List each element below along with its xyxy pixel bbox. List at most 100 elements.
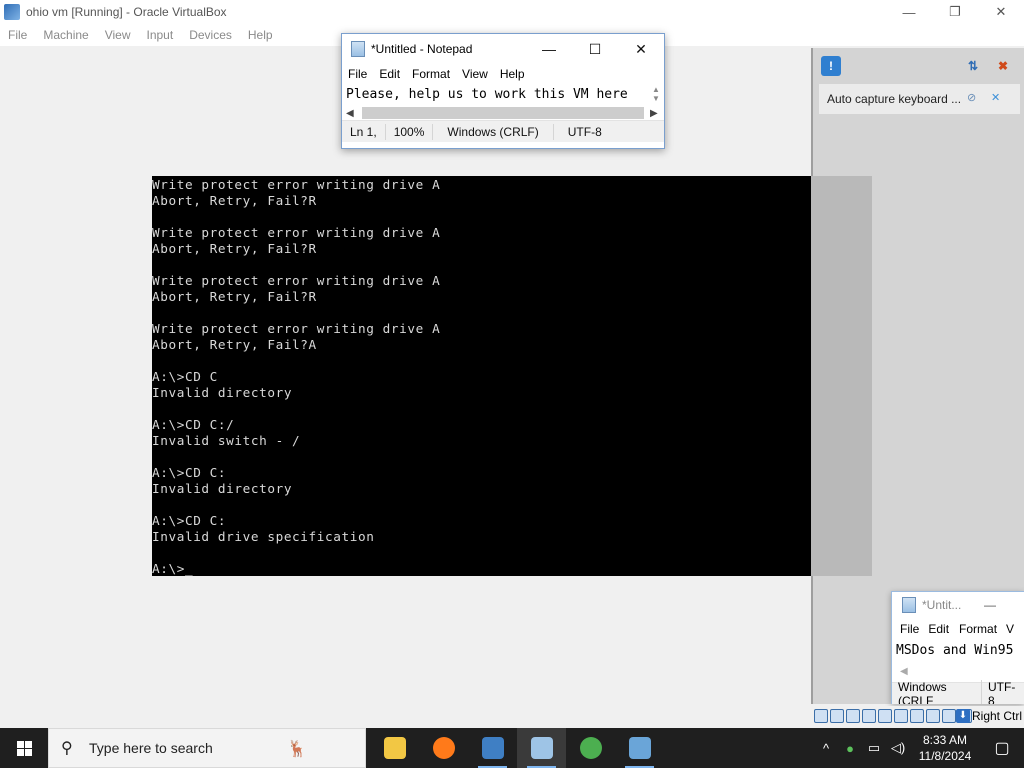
network-icon[interactable]: [862, 709, 876, 723]
virtualbox-icon: [4, 4, 20, 20]
menu-devices[interactable]: Devices: [181, 28, 240, 42]
minimize-button[interactable]: —: [886, 0, 932, 24]
notepad2-minimize-button[interactable]: —: [984, 598, 996, 612]
notepad-horizontal-scrollbar[interactable]: ◀ ▶: [342, 106, 664, 120]
notepad2-line-ending: Windows (CRLF: [892, 679, 983, 704]
notepad2-menu-edit[interactable]: Edit: [923, 622, 954, 636]
cursor-position: Ln 1,: [342, 123, 386, 140]
notepad-vertical-scrollbar[interactable]: ▲ ▼: [650, 85, 662, 109]
dos-console[interactable]: Write protect error writing drive A Abor…: [152, 176, 811, 576]
console-line: Invalid switch - /: [152, 433, 301, 448]
notepad2-menu-file[interactable]: File: [892, 622, 923, 636]
taskbar-file-explorer[interactable]: [370, 728, 419, 768]
search-placeholder: Type here to search: [89, 740, 213, 756]
scroll-thumb[interactable]: [362, 107, 644, 119]
notepad-text-area[interactable]: Please, help us to work this VM here: [342, 84, 664, 106]
notepad-taskbar-icon: [530, 737, 553, 759]
taskbar-search[interactable]: ⚲ Type here to search 🦌: [48, 728, 366, 768]
console-line: Invalid drive specification: [152, 529, 375, 544]
shared-folders-icon[interactable]: [894, 709, 908, 723]
volume-icon[interactable]: ◁): [886, 740, 910, 756]
notepad-menu-file[interactable]: File: [342, 67, 373, 81]
audio-icon[interactable]: [846, 709, 860, 723]
dont-show-again-icon[interactable]: ⊘: [967, 91, 976, 104]
console-line: A:\>CD C:/: [152, 417, 235, 432]
taskbar-notepad[interactable]: [517, 728, 566, 768]
menu-view[interactable]: View: [97, 28, 139, 42]
taskbar-clock[interactable]: 8:33 AM 11/8/2024: [910, 732, 980, 764]
optical-drive-icon[interactable]: [830, 709, 844, 723]
notepad-maximize-button[interactable]: ☐: [572, 34, 618, 64]
notepad-window-2[interactable]: *Untit... — File Edit Format V MSDos and…: [891, 591, 1024, 704]
notepad-menu-edit[interactable]: Edit: [373, 67, 406, 81]
notepad-window[interactable]: *Untitled - Notepad — ☐ ✕ File Edit Form…: [341, 33, 665, 149]
clear-all-icon[interactable]: ✖: [993, 56, 1013, 76]
close-button[interactable]: ✕: [978, 0, 1024, 24]
menu-machine[interactable]: Machine: [35, 28, 96, 42]
notepad2-text-area[interactable]: MSDos and Win95: [892, 640, 1024, 662]
scroll-left-icon[interactable]: ◀: [346, 108, 356, 119]
vbox-titlebar: ohio vm [Running] - Oracle VirtualBox — …: [0, 0, 1024, 24]
notepad-menu-format[interactable]: Format: [406, 67, 456, 81]
notepad2-menu-view[interactable]: V: [1002, 622, 1018, 636]
line-ending: Windows (CRLF): [433, 123, 554, 140]
restore-button[interactable]: ❐: [932, 0, 978, 24]
notepad2-statusbar: Windows (CRLF UTF-8: [892, 679, 1024, 705]
windows-taskbar: ⚲ Type here to search 🦌 ^ ● ▭ ◁) 8:33 AM…: [0, 728, 1024, 768]
keyboard-capture-icon[interactable]: ⬇: [956, 709, 970, 723]
vbox-window-title: ohio vm [Running] - Oracle VirtualBox: [26, 5, 227, 19]
notification-text: Auto capture keyboard ...: [827, 92, 962, 106]
taskbar-vm-session[interactable]: [615, 728, 664, 768]
start-button[interactable]: [0, 728, 48, 768]
notepad-menu-view[interactable]: View: [456, 67, 494, 81]
notepad2-icon: [902, 597, 916, 613]
taskbar-firefox[interactable]: [419, 728, 468, 768]
dismiss-icon[interactable]: ✕: [991, 91, 1000, 104]
console-line: A:\>CD C: [152, 369, 218, 384]
console-prompt: A:\>_: [152, 561, 194, 576]
action-center-icon[interactable]: ▢: [980, 738, 1024, 758]
hard-disk-icon[interactable]: [814, 709, 828, 723]
notepad-menubar: File Edit Format View Help: [342, 64, 664, 84]
user-status-icon[interactable]: ●: [838, 741, 862, 756]
vm-display-gutter: [811, 176, 872, 576]
notepad2-encoding: UTF-8: [988, 679, 1016, 705]
notepad2-title: *Untit...: [922, 598, 962, 612]
console-line: Write protect error writing drive A: [152, 273, 441, 288]
cpu-icon[interactable]: [942, 709, 956, 723]
notepad2-menu-format[interactable]: Format: [954, 622, 1002, 636]
notification-center-icon[interactable]: !: [821, 56, 841, 76]
notepad-titlebar[interactable]: *Untitled - Notepad — ☐ ✕: [342, 34, 664, 64]
search-highlight-icon: 🦌: [287, 741, 307, 758]
search-icon: ⚲: [61, 740, 73, 757]
console-line: A:\>CD C:: [152, 513, 227, 528]
clock-date: 11/8/2024: [918, 749, 972, 763]
display-icon[interactable]: [910, 709, 924, 723]
console-line: Invalid directory: [152, 385, 293, 400]
sort-icon[interactable]: ⇅: [963, 56, 983, 76]
host-key-label[interactable]: Right Ctrl: [972, 709, 1022, 723]
taskbar-virtualbox[interactable]: [468, 728, 517, 768]
notepad-close-button[interactable]: ✕: [618, 34, 664, 64]
scroll-right-icon[interactable]: ▶: [650, 108, 660, 119]
menu-input[interactable]: Input: [139, 28, 182, 42]
console-line: Write protect error writing drive A: [152, 177, 441, 192]
console-line: Invalid directory: [152, 481, 293, 496]
notepad-minimize-button[interactable]: —: [526, 34, 572, 64]
system-tray: ^ ● ▭ ◁) 8:33 AM 11/8/2024 ▢: [814, 728, 1024, 768]
notepad-menu-help[interactable]: Help: [494, 67, 531, 81]
chevron-up-icon[interactable]: ^: [814, 741, 838, 756]
menu-file[interactable]: File: [0, 28, 35, 42]
usb-icon[interactable]: [878, 709, 892, 723]
menu-help[interactable]: Help: [240, 28, 281, 42]
recording-icon[interactable]: [926, 709, 940, 723]
notepad2-titlebar[interactable]: *Untit... —: [892, 592, 1024, 618]
network-tray-icon[interactable]: ▭: [862, 740, 886, 756]
taskbar-people[interactable]: [566, 728, 615, 768]
notepad-icon: [351, 41, 365, 57]
